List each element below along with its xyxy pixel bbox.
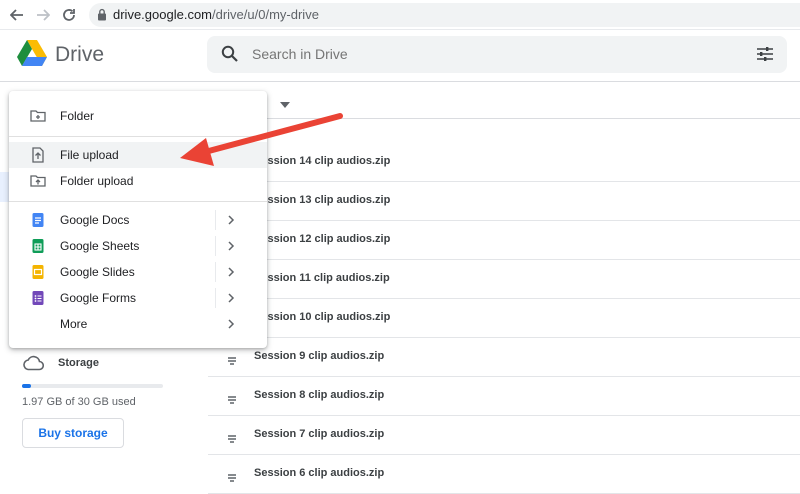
menu-item-label: Google Sheets: [60, 239, 140, 253]
menu-item-google-docs[interactable]: Google Docs: [9, 207, 267, 233]
menu-divider: [9, 136, 267, 137]
menu-item-label: Google Forms: [60, 291, 137, 305]
address-bar[interactable]: drive.google.com/drive/u/0/my-drive: [89, 3, 800, 27]
file-row[interactable]: Session 8 clip audios.zip: [208, 377, 800, 416]
menu-item-folder-upload[interactable]: Folder upload: [9, 168, 267, 194]
file-row[interactable]: Session 7 clip audios.zip: [208, 416, 800, 455]
folder-add-icon: [30, 108, 46, 124]
file-row[interactable]: Session 11 clip audios.zip: [208, 260, 800, 299]
search-input[interactable]: [252, 46, 702, 62]
file-name: Session 11 clip audios.zip: [254, 272, 390, 284]
file-name: Session 10 clip audios.zip: [254, 311, 391, 323]
brand-name[interactable]: Drive: [55, 43, 104, 67]
menu-divider: [9, 201, 267, 202]
storage-progress-bar: [22, 384, 163, 388]
file-row[interactable]: Session 9 clip audios.zip: [208, 338, 800, 377]
url-text: drive.google.com/drive/u/0/my-drive: [113, 7, 319, 22]
menu-item-label: Google Slides: [60, 265, 135, 279]
drive-header: Drive: [0, 30, 800, 82]
file-name: Session 13 clip audios.zip: [254, 194, 391, 206]
file-name: Session 9 clip audios.zip: [254, 350, 385, 362]
file-row[interactable]: Session 6 clip audios.zip: [208, 455, 800, 494]
file-row[interactable]: Session 10 clip audios.zip: [208, 299, 800, 338]
url-path: /drive/u/0/my-drive: [212, 7, 319, 22]
file-name: Session 12 clip audios.zip: [254, 233, 391, 245]
zip-file-icon: [228, 392, 236, 410]
forward-arrow-icon[interactable]: [33, 5, 53, 25]
file-name: Session 6 clip audios.zip: [254, 467, 385, 479]
new-menu: Folder File upload Folder upload Google …: [9, 91, 267, 348]
sheets-icon: [30, 238, 46, 254]
search-icon[interactable]: [221, 45, 239, 68]
menu-separator: [215, 236, 216, 256]
zip-file-icon: [228, 353, 236, 371]
chevron-right-icon[interactable]: [227, 239, 235, 257]
menu-item-google-forms[interactable]: Google Forms: [9, 285, 267, 311]
storage-progress-fill: [22, 384, 32, 388]
menu-separator: [215, 210, 216, 230]
menu-item-label: Google Docs: [60, 213, 130, 227]
file-name: Session 7 clip audios.zip: [254, 428, 385, 440]
file-row[interactable]: Session 12 clip audios.zip: [208, 221, 800, 260]
lock-icon: [97, 8, 107, 26]
chevron-right-icon[interactable]: [227, 291, 235, 309]
file-row[interactable]: Session 13 clip audios.zip: [208, 182, 800, 221]
file-upload-icon: [30, 147, 46, 163]
folder-upload-icon: [30, 173, 46, 189]
buy-storage-button[interactable]: Buy storage: [22, 418, 124, 448]
search-box[interactable]: [207, 36, 787, 73]
menu-item-file-upload[interactable]: File upload: [9, 142, 267, 168]
chevron-right-icon[interactable]: [227, 317, 235, 335]
reload-icon[interactable]: [59, 5, 79, 25]
menu-item-folder[interactable]: Folder: [9, 103, 267, 129]
file-list-header: e: [208, 83, 800, 119]
menu-item-google-sheets[interactable]: Google Sheets: [9, 233, 267, 259]
menu-separator: [215, 288, 216, 308]
chevron-right-icon[interactable]: [227, 265, 235, 283]
back-arrow-icon[interactable]: [7, 5, 27, 25]
forms-icon: [30, 290, 46, 306]
cloud-icon: [22, 355, 45, 376]
storage-label[interactable]: Storage: [58, 357, 99, 369]
slides-icon: [30, 264, 46, 280]
docs-icon: [30, 212, 46, 228]
browser-toolbar: drive.google.com/drive/u/0/my-drive: [0, 0, 800, 30]
zip-file-icon: [228, 431, 236, 449]
menu-item-google-slides[interactable]: Google Slides: [9, 259, 267, 285]
url-host: drive.google.com: [113, 7, 212, 22]
storage-used-text: 1.97 GB of 30 GB used: [22, 396, 136, 408]
menu-item-label: File upload: [60, 148, 119, 162]
file-name: Session 8 clip audios.zip: [254, 389, 385, 401]
menu-item-label: Folder: [60, 109, 95, 123]
zip-file-icon: [228, 470, 236, 488]
sort-dropdown-icon[interactable]: [280, 95, 290, 113]
search-options-icon[interactable]: [756, 46, 774, 67]
chevron-right-icon[interactable]: [227, 213, 235, 231]
menu-separator: [215, 262, 216, 282]
menu-item-label: More: [60, 317, 88, 331]
menu-item-label: Folder upload: [60, 174, 134, 188]
file-row[interactable]: Session 14 clip audios.zip: [208, 143, 800, 182]
drive-logo-icon[interactable]: [17, 40, 47, 68]
menu-item-more[interactable]: More: [9, 311, 267, 337]
file-name: Session 14 clip audios.zip: [254, 155, 391, 167]
